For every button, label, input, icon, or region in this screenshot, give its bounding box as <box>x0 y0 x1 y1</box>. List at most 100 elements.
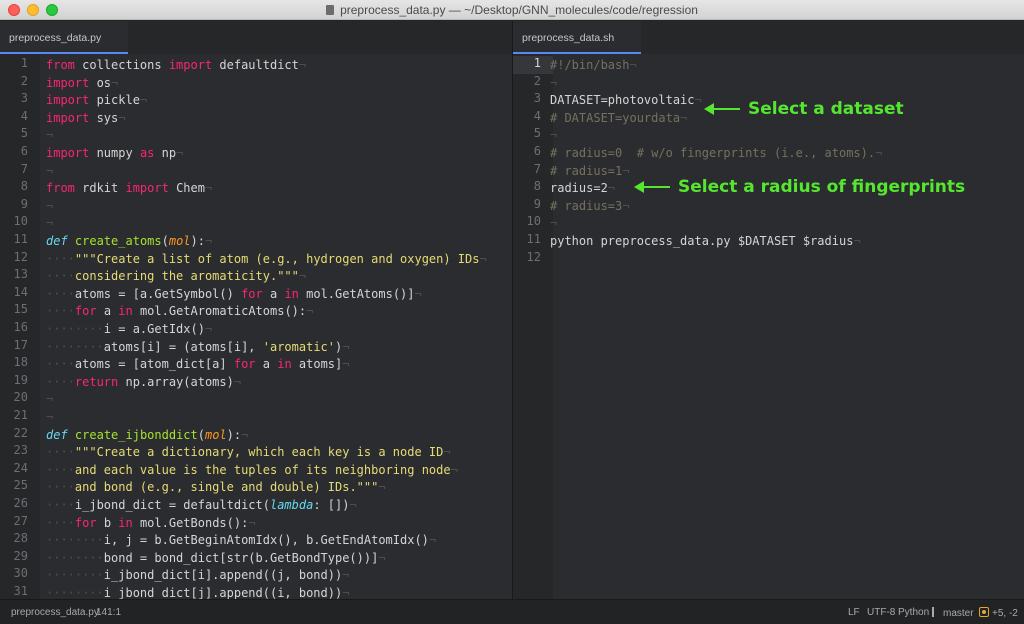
line-number[interactable]: 11 <box>14 232 28 246</box>
line-number-gutter[interactable]: 1 2 3 4 5 6 7 8 9 10 11 12 13 14 15 16 17 18 19 20 21 22 23 24 2… <box>0 54 40 599</box>
line-number[interactable]: 3 <box>21 91 28 105</box>
code-line[interactable]: ····i_jbond_dict = defaultdict(lambda: [… <box>46 496 357 514</box>
code-line[interactable]: ····"""Create a dictionary, which each k… <box>46 443 451 461</box>
line-ending[interactable]: LF <box>848 607 860 618</box>
git-branch[interactable]: master <box>932 607 974 619</box>
code-line[interactable]: ········i = a.GetIdx()¬ <box>46 320 212 338</box>
code-line[interactable]: ¬ <box>46 408 53 426</box>
line-number[interactable]: 7 <box>21 162 28 176</box>
line-number[interactable]: 9 <box>534 197 541 211</box>
code-line[interactable]: ····atoms = [atom_dict[a] for a in atoms… <box>46 355 350 373</box>
line-number[interactable]: 1 <box>21 56 28 70</box>
code-line[interactable]: ········i, j = b.GetBeginAtomIdx(), b.Ge… <box>46 531 436 549</box>
code-line[interactable]: ····for b in mol.GetBonds():¬ <box>46 514 256 532</box>
git-changes[interactable]: +5, -2 <box>979 607 1018 619</box>
code-line[interactable]: ····"""Create a list of atom (e.g., hydr… <box>46 250 487 268</box>
code-line[interactable]: ········i_jbond_dict[i].append((j, bond)… <box>46 566 349 584</box>
line-number[interactable]: 18 <box>14 355 28 369</box>
code-line[interactable]: ····and bond (e.g., single and double) I… <box>46 478 386 496</box>
code-line[interactable]: ····return np.array(atoms)¬ <box>46 373 241 391</box>
line-number-gutter[interactable]: 1 2 3 4 5 6 7 8 9 10 11 12 <box>513 54 553 599</box>
code-line[interactable]: ¬ <box>46 197 53 215</box>
code-line[interactable]: ········bond = bond_dict[str(b.GetBondTy… <box>46 549 386 567</box>
line-number[interactable]: 10 <box>14 214 28 228</box>
line-number[interactable]: 2 <box>534 74 541 88</box>
line-number[interactable]: 14 <box>14 285 28 299</box>
code-line[interactable]: ····and each value is the tuples of its … <box>46 461 458 479</box>
line-number[interactable]: 10 <box>527 214 541 228</box>
line-number[interactable]: 29 <box>14 549 28 563</box>
cursor-position[interactable]: 141:1 <box>96 607 121 618</box>
line-number[interactable]: 24 <box>14 461 28 475</box>
code-line[interactable]: def create_atoms(mol):¬ <box>46 232 212 250</box>
line-number[interactable]: 23 <box>14 443 28 457</box>
line-number[interactable]: 13 <box>14 267 28 281</box>
code-line[interactable]: #!/bin/bash¬ <box>550 56 637 74</box>
code-line[interactable]: import os¬ <box>46 74 118 92</box>
line-number[interactable]: 26 <box>14 496 28 510</box>
line-number[interactable]: 12 <box>527 250 541 264</box>
code-line[interactable]: ¬ <box>46 214 53 232</box>
code-line[interactable]: ········i_jbond_dict[j].append((i, bond)… <box>46 584 349 599</box>
line-number[interactable]: 12 <box>14 250 28 264</box>
line-number[interactable]: 21 <box>14 408 28 422</box>
line-number[interactable]: 31 <box>14 584 28 598</box>
tab-preprocess-data-sh[interactable]: preprocess_data.sh <box>513 21 641 54</box>
line-number[interactable]: 17 <box>14 338 28 352</box>
line-number[interactable]: 3 <box>534 91 541 105</box>
grammar[interactable]: Python <box>898 607 929 618</box>
line-number[interactable]: 7 <box>534 162 541 176</box>
line-number[interactable]: 28 <box>14 531 28 545</box>
line-number[interactable]: 27 <box>14 514 28 528</box>
line-number[interactable]: 9 <box>21 197 28 211</box>
code-line[interactable]: ····considering the aromaticity."""¬ <box>46 267 306 285</box>
code-line[interactable]: from rdkit import Chem¬ <box>46 179 212 197</box>
code-line[interactable]: # radius=1¬ <box>550 162 629 180</box>
tab-preprocess-data-py[interactable]: preprocess_data.py <box>0 21 128 54</box>
code-line[interactable]: ····atoms = [a.GetSymbol() for a in mol.… <box>46 285 422 303</box>
code-line[interactable]: python preprocess_data.py $DATASET $radi… <box>550 232 861 250</box>
code-line[interactable]: # radius=0 # w/o fingerprints (i.e., ato… <box>550 144 882 162</box>
line-number[interactable]: 20 <box>14 390 28 404</box>
code-line[interactable]: from collections import defaultdict¬ <box>46 56 306 74</box>
line-number[interactable]: 5 <box>534 126 541 140</box>
code-line[interactable]: ¬ <box>550 214 557 232</box>
line-number[interactable]: 1 <box>534 56 541 70</box>
code-area[interactable]: from collections import defaultdict¬ impo… <box>46 54 512 599</box>
line-number[interactable]: 22 <box>14 426 28 440</box>
left-editor[interactable]: 1 2 3 4 5 6 7 8 9 10 11 12 13 14 15 16 17 18 19 20 21 22 23 24 2… <box>0 54 512 599</box>
code-area[interactable]: #!/bin/bash¬ ¬ DATASET=photovoltaic¬ # DATA… <box>550 54 1024 599</box>
code-line[interactable]: ········atoms[i] = (atoms[i], 'aromatic'… <box>46 338 349 356</box>
line-number[interactable]: 8 <box>534 179 541 193</box>
code-line[interactable]: import numpy as np¬ <box>46 144 183 162</box>
line-number[interactable]: 19 <box>14 373 28 387</box>
code-line[interactable]: import pickle¬ <box>46 91 147 109</box>
line-number[interactable]: 8 <box>21 179 28 193</box>
code-line[interactable]: # radius=3¬ <box>550 197 629 215</box>
line-number[interactable]: 5 <box>21 126 28 140</box>
code-line[interactable]: import sys¬ <box>46 109 126 127</box>
line-number[interactable]: 16 <box>14 320 28 334</box>
code-line[interactable]: ····for a in mol.GetAromaticAtoms():¬ <box>46 302 313 320</box>
line-number[interactable]: 15 <box>14 302 28 316</box>
code-line[interactable]: ¬ <box>550 74 557 92</box>
line-number[interactable]: 11 <box>527 232 541 246</box>
code-line[interactable]: ¬ <box>46 390 53 408</box>
line-number[interactable]: 4 <box>534 109 541 123</box>
line-number[interactable]: 2 <box>21 74 28 88</box>
code-line[interactable]: ¬ <box>46 126 53 144</box>
code-line[interactable]: DATASET=photovoltaic¬ <box>550 91 702 109</box>
encoding[interactable]: UTF-8 <box>867 607 895 618</box>
line-number[interactable]: 6 <box>21 144 28 158</box>
line-number[interactable]: 6 <box>534 144 541 158</box>
line-number[interactable]: 25 <box>14 478 28 492</box>
code-line[interactable]: radius=2¬ <box>550 179 615 197</box>
code-line[interactable]: def create_ijbonddict(mol):¬ <box>46 426 248 444</box>
code-line[interactable]: ¬ <box>550 126 557 144</box>
code-line[interactable]: # DATASET=yourdata¬ <box>550 109 687 127</box>
right-editor[interactable]: 1 2 3 4 5 6 7 8 9 10 11 12 #!/bin/bash¬ ¬ DATASET=pho… <box>513 54 1024 599</box>
line-number[interactable]: 30 <box>14 566 28 580</box>
status-file-name[interactable]: preprocess_data.py <box>11 607 99 618</box>
line-number[interactable]: 4 <box>21 109 28 123</box>
code-line[interactable]: ¬ <box>46 162 53 180</box>
